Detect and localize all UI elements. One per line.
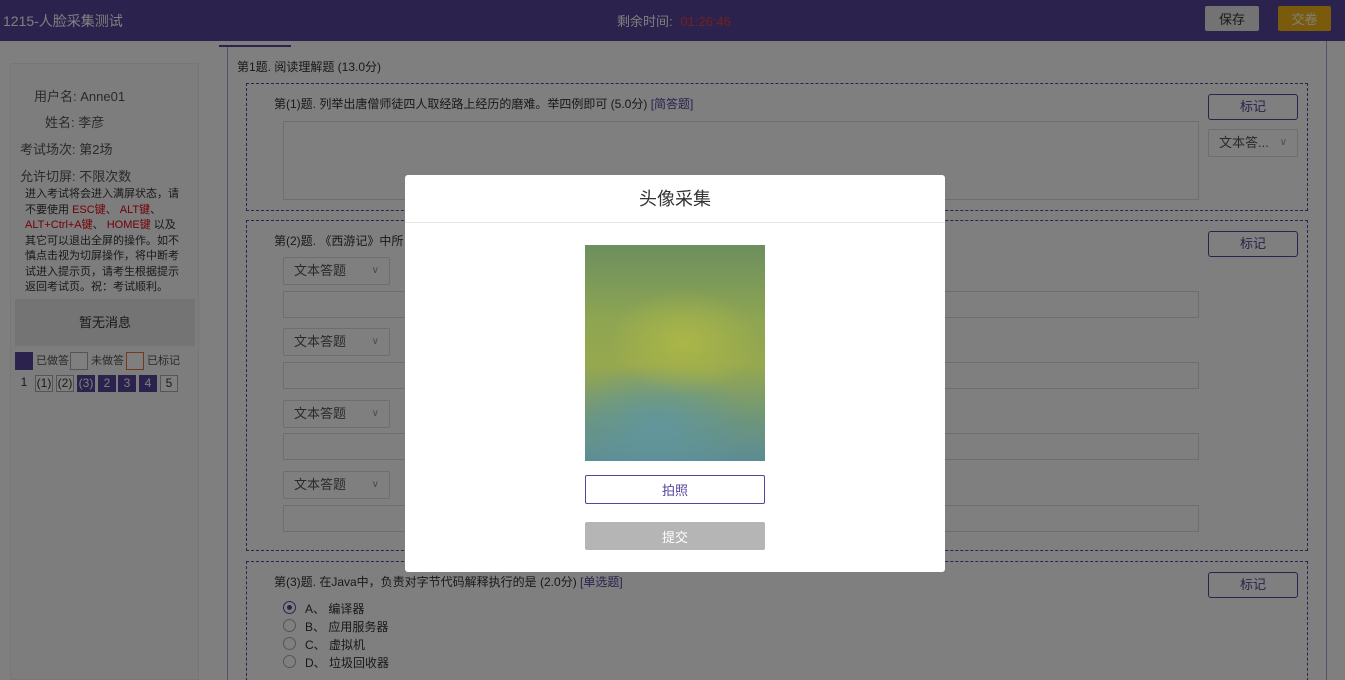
camera-preview [585,245,765,461]
modal-title: 头像采集 [405,175,945,223]
take-photo-button[interactable]: 拍照 [585,475,765,504]
submit-photo-button[interactable]: 提交 [585,522,765,550]
face-capture-modal: 头像采集 拍照 提交 [405,175,945,572]
